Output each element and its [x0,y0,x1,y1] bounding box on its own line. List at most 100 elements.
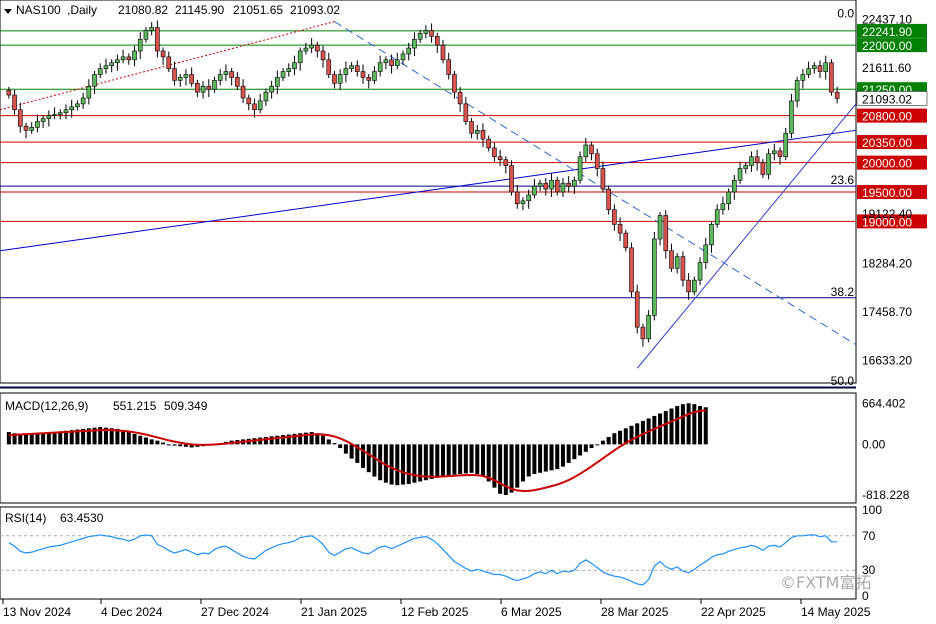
candle-body [783,132,789,158]
macd-histogram-bar [166,444,171,446]
candle-body [503,159,509,166]
fib-label-2: 38.2 [831,285,855,299]
candle-body [223,71,229,75]
candle-body [23,125,29,131]
macd-histogram-bar [321,435,326,445]
candle-body [474,130,480,134]
macd-histogram-bar [600,440,605,445]
candle-body [657,215,663,240]
candle-body [440,44,446,61]
candle-body [629,247,634,293]
macd-histogram-bar [361,444,366,468]
macd-histogram-bar [520,444,525,482]
candle-body [177,77,183,81]
candle-body [6,90,12,96]
macd-histogram-bar [149,439,154,445]
macd-histogram-bar [143,437,148,445]
macd-histogram-bar [515,444,520,488]
macd-histogram-bar [560,444,565,467]
candle-body [537,182,543,187]
candle-body [714,209,720,225]
macd-histogram-bar [6,432,11,445]
macd-histogram-bar [680,404,685,445]
macd-histogram-bar [669,408,674,445]
candle-body [806,68,811,75]
macd-histogram-bar [395,444,400,486]
candle-body [286,68,292,72]
candle-body [389,59,394,66]
macd-histogram-bar [458,444,463,475]
macd-histogram-bar [126,432,131,445]
macd-histogram-bar [121,430,126,445]
candle-body [315,44,320,52]
candle-body [160,50,166,58]
macd-histogram-bar [452,444,457,475]
macd-histogram-bar [412,444,417,483]
candle-body [80,97,86,105]
candle-body [75,103,80,108]
candle-body [623,232,629,249]
macd-histogram-bar [675,406,680,445]
level-label-3: 20800.00 [862,110,912,124]
candle-body [749,156,754,166]
macd-histogram-bar [486,444,491,482]
candle-body [155,27,160,52]
candle-body [434,36,440,46]
macd-histogram-bar [138,435,143,445]
macd-histogram-bar [389,444,394,485]
candle-body [520,200,526,205]
candle-body [823,62,829,72]
candle-body [674,256,680,269]
rsi-axis-tick-1: 70 [862,529,876,543]
macd-histogram-bar [463,444,468,474]
candle-body [212,80,217,90]
candle-body [303,47,309,52]
candle-body [457,91,463,105]
date-label-0: 13 Nov 2024 [3,605,71,619]
candle-body [634,291,640,328]
level-label-5: 20000.00 [862,157,912,171]
rsi-label: RSI(14) [5,511,46,525]
candle-body [17,109,23,127]
rsi-panel [0,506,857,600]
date-label-1: 4 Dec 2024 [101,605,163,619]
date-label-8: 14 May 2025 [801,605,871,619]
candle-body [183,74,189,78]
macd-histogram-bar [172,444,177,446]
macd-histogram-bar [618,430,623,445]
macd-histogram-bar [338,444,343,449]
candle-body [492,147,497,158]
macd-label: MACD(12,26,9) [5,399,88,413]
level-label-6: 19500.00 [862,186,912,200]
candle-body [103,65,109,69]
candle-body [606,188,611,210]
fxtm-watermark: ©FXTM富拓 [780,573,871,592]
candle-body [794,80,800,102]
candle-body [349,65,354,69]
macd-histogram-bar [480,444,485,477]
macd-histogram-bar [263,436,268,445]
candle-body [200,85,206,93]
price-tick-0: 22437.10 [862,12,912,26]
rsi-axis-tick-0: 100 [862,503,882,517]
price-tick-5: 16633.20 [862,353,912,367]
date-label-5: 6 Mar 2025 [501,605,562,619]
candle-body [109,62,114,66]
macd-histogram-bar [686,403,691,445]
candle-body [423,30,429,34]
candle-body [40,118,46,122]
candle-body [697,262,703,281]
candle-body [554,179,560,193]
macd-histogram-bar [423,444,428,481]
macd-histogram-bar [612,433,617,445]
candle-body [217,74,223,81]
candle-body [612,209,617,225]
candle-body [320,50,326,61]
macd-histogram-bar [589,444,594,449]
macd-histogram-bar [349,444,354,459]
candle-body [366,77,372,81]
candle-body [132,50,137,61]
candle-body [377,62,383,72]
macd-histogram-bar [161,442,166,445]
candle-body [452,74,457,93]
